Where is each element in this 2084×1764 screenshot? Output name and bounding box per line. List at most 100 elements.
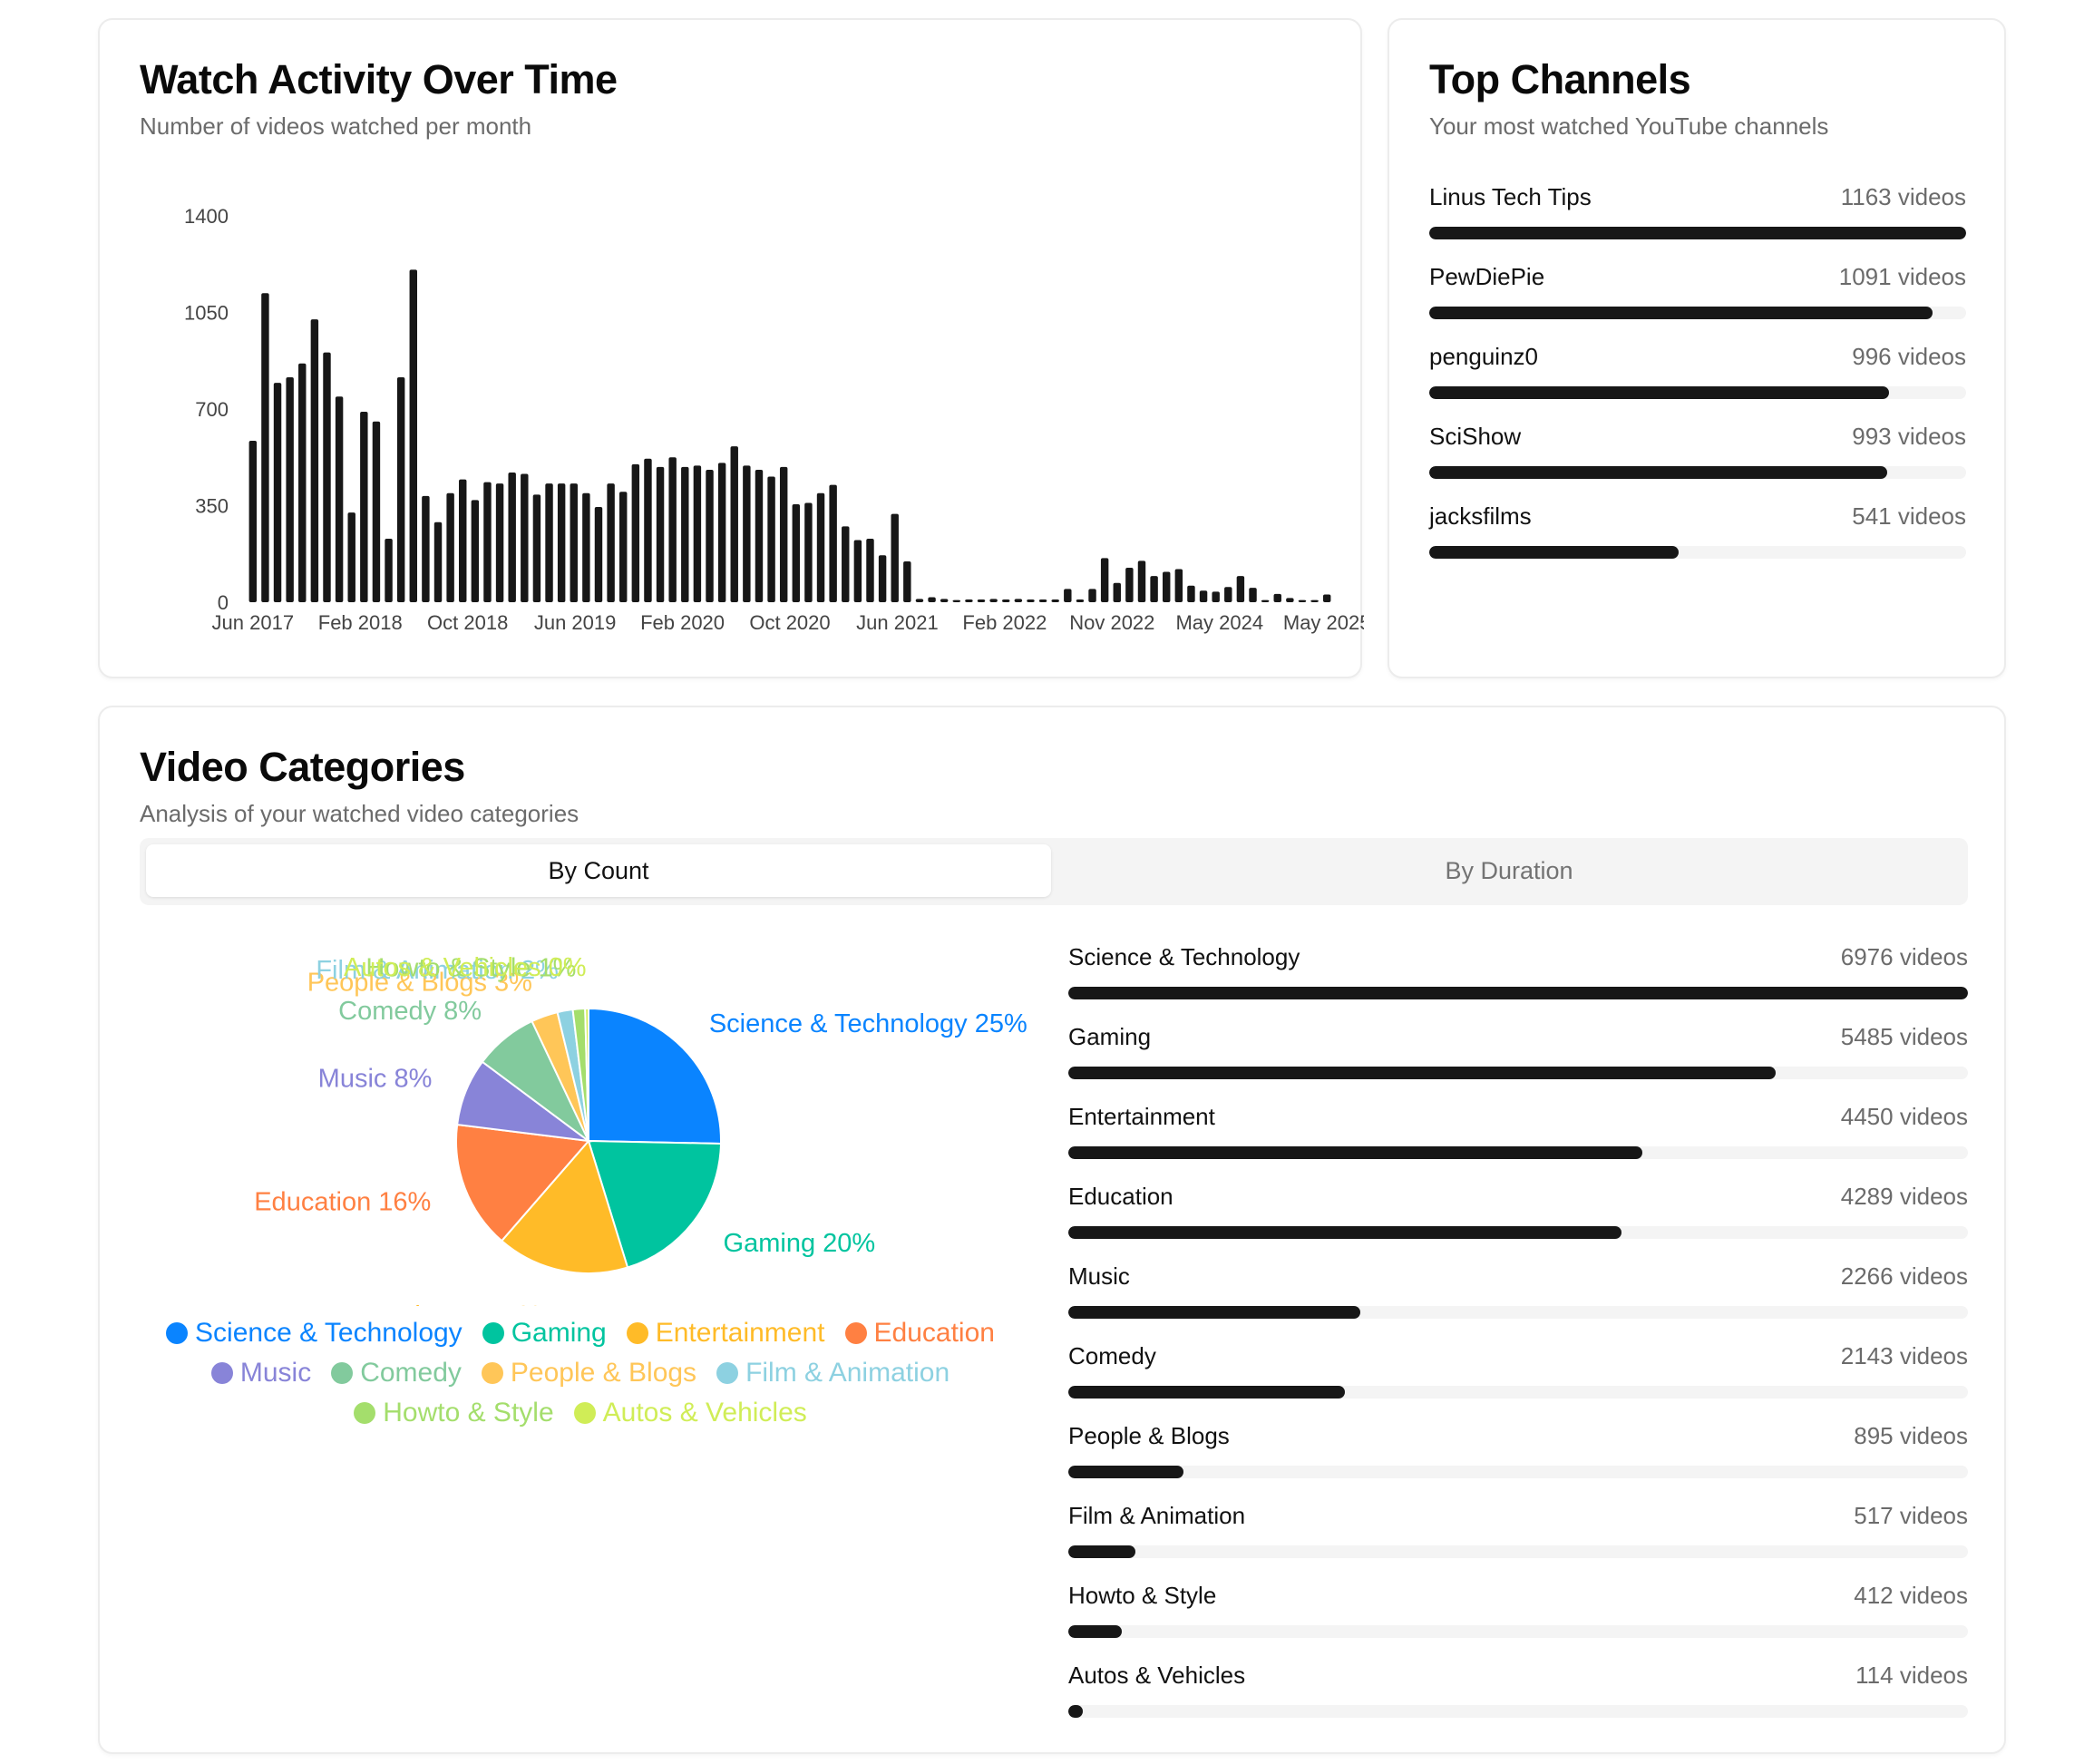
activity-bar[interactable] [557, 483, 566, 602]
activity-bar[interactable] [891, 513, 899, 602]
activity-bar[interactable] [323, 352, 331, 602]
activity-bar[interactable] [1286, 598, 1294, 602]
activity-bar[interactable] [743, 465, 751, 602]
activity-bar[interactable] [335, 396, 344, 602]
activity-bar[interactable] [607, 483, 615, 602]
activity-bar[interactable] [471, 500, 480, 602]
activity-bar[interactable] [385, 539, 393, 602]
activity-bar[interactable] [681, 466, 689, 602]
activity-bar[interactable] [618, 492, 628, 602]
activity-bar[interactable] [1064, 589, 1072, 602]
category-row[interactable]: People & Blogs 895 videos [1068, 1422, 1968, 1478]
activity-bar[interactable] [396, 377, 405, 602]
activity-bar[interactable] [1174, 569, 1183, 602]
activity-bar[interactable] [521, 473, 529, 602]
activity-bar[interactable] [767, 476, 775, 602]
activity-bar[interactable] [730, 446, 738, 602]
activity-bar[interactable] [1162, 571, 1171, 602]
activity-bar[interactable] [347, 512, 355, 602]
category-row[interactable]: Comedy 2143 videos [1068, 1342, 1968, 1399]
activity-bar[interactable] [1014, 599, 1023, 602]
activity-bar[interactable] [878, 555, 887, 602]
tab-by-duration[interactable]: By Duration [1057, 844, 1962, 897]
activity-bar[interactable] [1199, 590, 1208, 602]
activity-bar[interactable] [755, 469, 764, 602]
category-row[interactable]: Autos & Vehicles 114 videos [1068, 1662, 1968, 1718]
activity-bar[interactable] [1002, 599, 1010, 602]
activity-bar[interactable] [286, 377, 294, 602]
activity-bar[interactable] [508, 472, 516, 602]
activity-bar[interactable] [433, 521, 443, 602]
activity-bar[interactable] [1273, 593, 1281, 602]
activity-bar[interactable] [483, 482, 492, 602]
activity-bar[interactable] [1076, 599, 1085, 602]
activity-bar[interactable] [532, 494, 541, 602]
channel-row[interactable]: Linus Tech Tips 1163 videos [1429, 183, 1966, 239]
legend-item[interactable]: Howto & Style [354, 1397, 554, 1429]
legend-item[interactable]: Education [844, 1317, 995, 1350]
legend-item[interactable]: Comedy [331, 1357, 462, 1389]
activity-bar[interactable] [1113, 582, 1121, 602]
activity-bar[interactable] [816, 492, 825, 602]
activity-bar[interactable] [422, 495, 430, 602]
activity-bar[interactable] [1038, 599, 1047, 602]
activity-bar[interactable] [1212, 591, 1220, 602]
activity-bar[interactable] [1261, 599, 1270, 602]
channel-row[interactable]: SciShow 993 videos [1429, 423, 1966, 479]
channel-row[interactable]: PewDiePie 1091 videos [1429, 263, 1966, 319]
activity-bar[interactable] [903, 560, 911, 602]
activity-bar[interactable] [693, 465, 702, 602]
activity-bar[interactable] [545, 483, 553, 602]
category-row[interactable]: Education 4289 videos [1068, 1183, 1968, 1239]
activity-bar[interactable] [1236, 576, 1245, 602]
tab-by-count[interactable]: By Count [146, 844, 1051, 897]
activity-bar[interactable] [668, 457, 677, 602]
activity-bar[interactable] [656, 466, 665, 602]
activity-bar[interactable] [248, 440, 258, 602]
activity-bar[interactable] [952, 599, 961, 602]
activity-bar[interactable] [1310, 599, 1319, 602]
activity-bar[interactable] [1322, 594, 1331, 602]
channel-row[interactable]: jacksfilms 541 videos [1429, 502, 1966, 559]
legend-item[interactable]: Entertainment [626, 1317, 825, 1350]
activity-bar[interactable] [928, 597, 936, 602]
activity-bar[interactable] [717, 463, 726, 602]
activity-bar[interactable] [940, 599, 949, 602]
activity-bar[interactable] [582, 492, 590, 602]
activity-bar[interactable] [1137, 560, 1146, 602]
activity-bar[interactable] [1125, 567, 1134, 602]
activity-bar[interactable] [1027, 599, 1035, 602]
category-row[interactable]: Gaming 5485 videos [1068, 1023, 1968, 1079]
category-row[interactable]: Film & Animation 517 videos [1068, 1502, 1968, 1558]
legend-item[interactable]: Music [210, 1357, 311, 1389]
activity-bar[interactable] [409, 269, 418, 602]
activity-bar[interactable] [977, 599, 986, 602]
channel-row[interactable]: penguinz0 996 videos [1429, 343, 1966, 399]
activity-bar[interactable] [644, 458, 652, 602]
activity-bar[interactable] [459, 479, 467, 602]
activity-bar[interactable] [915, 599, 924, 602]
activity-bar[interactable] [792, 503, 801, 602]
activity-bar[interactable] [1150, 576, 1158, 602]
activity-bar[interactable] [1088, 589, 1096, 602]
category-row[interactable]: Music 2266 videos [1068, 1262, 1968, 1319]
activity-bar[interactable] [1051, 599, 1059, 602]
activity-bar[interactable] [360, 412, 368, 602]
activity-bar[interactable] [261, 293, 269, 602]
activity-bar[interactable] [853, 540, 862, 602]
activity-bar[interactable] [310, 319, 319, 602]
activity-bar[interactable] [706, 469, 714, 602]
activity-bar[interactable] [989, 599, 998, 602]
activity-bar[interactable] [631, 463, 640, 602]
legend-item[interactable]: Film & Animation [716, 1357, 949, 1389]
activity-bar[interactable] [1249, 588, 1257, 602]
activity-bar[interactable] [804, 502, 813, 602]
legend-item[interactable]: People & Blogs [481, 1357, 696, 1389]
activity-bar[interactable] [495, 483, 504, 602]
legend-item[interactable]: Gaming [482, 1317, 607, 1350]
legend-item[interactable]: Autos & Vehicles [573, 1397, 807, 1429]
activity-bar[interactable] [570, 483, 578, 602]
pie-slice[interactable] [588, 1007, 722, 1145]
activity-bar[interactable] [829, 484, 837, 602]
activity-bar[interactable] [446, 492, 454, 602]
